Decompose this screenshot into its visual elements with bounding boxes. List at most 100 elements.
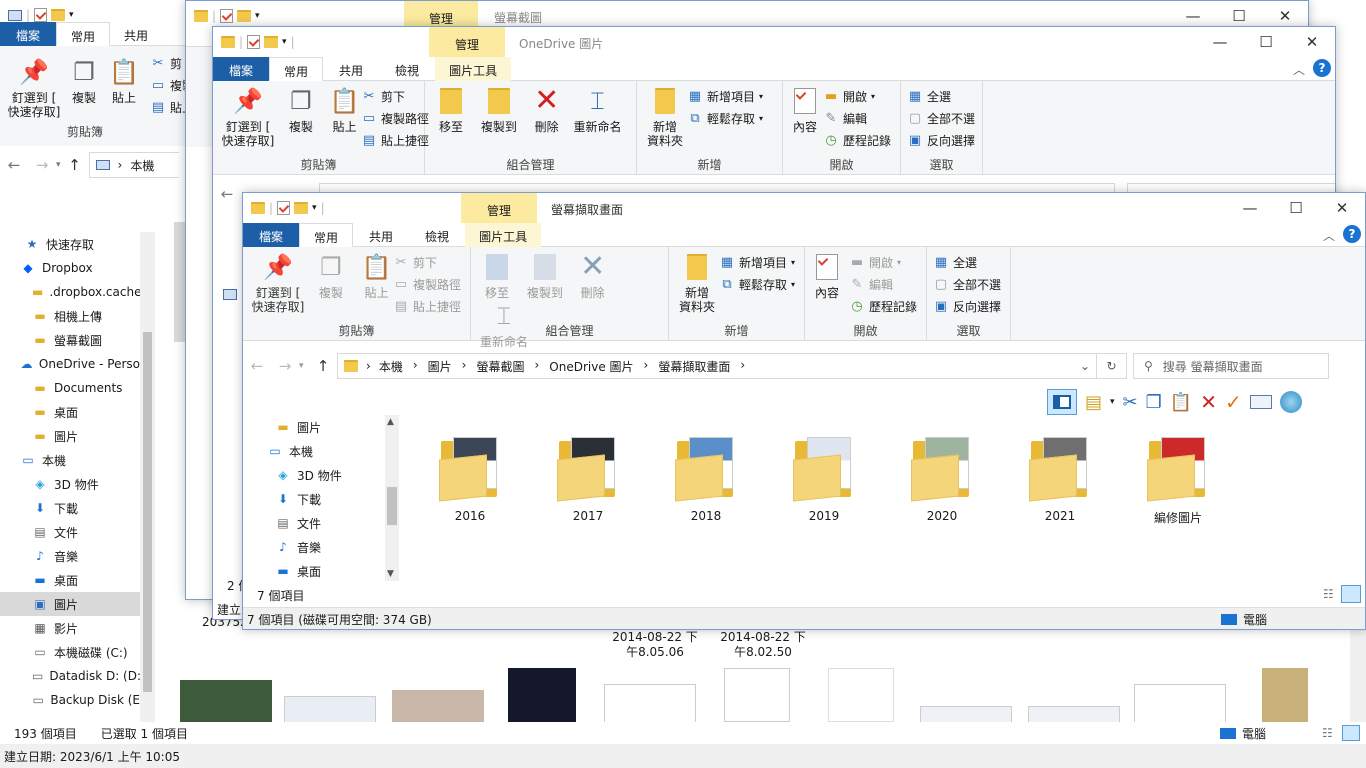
- paste-shortcut-button[interactable]: ▤ 貼上捷徑: [361, 129, 429, 151]
- nav-item[interactable]: ★ 快速存取: [0, 232, 140, 256]
- folder-item[interactable]: 2020: [897, 429, 987, 539]
- properties-icon[interactable]: [220, 9, 234, 23]
- scroll-thumb[interactable]: [387, 487, 397, 525]
- easy-access-button[interactable]: ⧉ 輕鬆存取 ▾: [719, 273, 795, 295]
- thumbnail[interactable]: [180, 680, 272, 722]
- preview-pane-icon[interactable]: ▤: [1085, 392, 1102, 413]
- rename-button[interactable]: ⌶ 重新命名: [570, 85, 624, 134]
- open-button[interactable]: ▬ 開啟 ▾: [823, 85, 891, 107]
- new-folder-button[interactable]: 新增 資料夾: [675, 251, 719, 314]
- select-none-button[interactable]: ▢ 全部不選: [933, 273, 1004, 295]
- nav-item[interactable]: ⬇ 下載: [267, 487, 385, 511]
- thumbnail[interactable]: [724, 668, 790, 722]
- nav-item[interactable]: ▦ 影片: [0, 616, 140, 640]
- thumbnail[interactable]: [920, 706, 1012, 722]
- paste-shortcut-button[interactable]: ▤ 貼上捷徑: [393, 295, 461, 317]
- open-button[interactable]: ▬ 開啟 ▾: [849, 251, 917, 273]
- nav-item[interactable]: ▭ Datadisk D: (D:: [0, 664, 140, 688]
- view-details-icon[interactable]: ☷: [1323, 587, 1334, 601]
- large-icons-view-icon[interactable]: [1342, 725, 1360, 741]
- breadcrumb-item[interactable]: 本機: [379, 358, 403, 375]
- delete-button[interactable]: ✕ 刪除: [527, 85, 567, 135]
- properties-icon[interactable]: [277, 201, 291, 215]
- ribbon-collapse-chevron-icon[interactable]: ︿: [1293, 61, 1305, 78]
- titlebar[interactable]: | ▾ | 管理 螢幕擷取畫面 — ☐ ✕: [243, 193, 1365, 223]
- thumbnail[interactable]: [1134, 684, 1226, 722]
- invert-selection-button[interactable]: ▣ 反向選擇: [907, 129, 976, 151]
- copy-path-button[interactable]: ▭ 複製路徑: [393, 273, 461, 295]
- edit-button[interactable]: ✎ 編輯: [823, 107, 891, 129]
- thumbnail[interactable]: [604, 684, 696, 722]
- up-arrow-icon[interactable]: ↑: [61, 156, 89, 174]
- close-icon[interactable]: ✕: [1289, 27, 1335, 57]
- customize-chevron-icon[interactable]: ▾: [282, 37, 287, 47]
- tab-share[interactable]: 共用: [323, 57, 379, 81]
- tab-file[interactable]: 檔案: [213, 57, 270, 81]
- address-dropdown-icon[interactable]: ⌄: [1080, 359, 1090, 373]
- breadcrumb-item[interactable]: 螢幕擷取畫面: [658, 358, 730, 375]
- nav-item[interactable]: ▤ 文件: [267, 511, 385, 535]
- pin-quick-access-button[interactable]: 📌 釘選到 [ 快速存取]: [6, 56, 62, 119]
- pin-quick-access-button[interactable]: 📌 釘選到 [ 快速存取]: [249, 251, 307, 314]
- back-arrow-icon[interactable]: ←: [0, 156, 28, 174]
- address-box[interactable]: › 本機 › 圖片 › 螢幕截圖 › OneDrive 圖片 › 螢幕擷取畫面 › ⌄: [337, 353, 1097, 379]
- back-arrow-icon[interactable]: ←: [213, 185, 241, 203]
- properties-button[interactable]: 內容: [789, 85, 821, 134]
- new-item-button[interactable]: ▦ 新增項目 ▾: [687, 85, 763, 107]
- easy-access-button[interactable]: ⧉ 輕鬆存取 ▾: [687, 107, 763, 129]
- nav-item[interactable]: ▭ Backup Disk (E: [0, 688, 141, 712]
- rename-icon[interactable]: [1249, 395, 1272, 409]
- breadcrumb-item[interactable]: 螢幕截圖: [476, 358, 524, 375]
- new-folder-button[interactable]: 新增 資料夾: [643, 85, 687, 148]
- cut-button[interactable]: ✂ 剪下: [393, 251, 461, 273]
- delete-button[interactable]: ✕ 刪除: [573, 251, 613, 301]
- breadcrumb-separator[interactable]: ›: [462, 358, 467, 375]
- content-scrollbar[interactable]: [1350, 630, 1366, 722]
- folder-item[interactable]: 2016: [425, 429, 515, 539]
- tab-home[interactable]: 常用: [269, 57, 324, 81]
- nav-item[interactable]: ◈ 3D 物件: [0, 472, 140, 496]
- new-folder-icon[interactable]: [264, 36, 279, 48]
- paste-button[interactable]: 📋 貼上: [98, 56, 150, 105]
- tab-view[interactable]: 檢視: [409, 223, 465, 247]
- breadcrumb-item[interactable]: 圖片: [428, 358, 452, 375]
- back-arrow-icon[interactable]: ←: [243, 357, 271, 375]
- refresh-button[interactable]: ↻: [1097, 353, 1127, 379]
- breadcrumb-separator[interactable]: ›: [740, 358, 745, 375]
- breadcrumb-separator[interactable]: ›: [413, 358, 418, 375]
- scroll-thumb[interactable]: [143, 332, 152, 692]
- invert-selection-button[interactable]: ▣ 反向選擇: [933, 295, 1004, 317]
- folder-item[interactable]: 2019: [779, 429, 869, 539]
- customize-chevron-icon[interactable]: ▾: [312, 203, 317, 213]
- up-arrow-icon[interactable]: ↑: [309, 357, 337, 375]
- select-none-button[interactable]: ▢ 全部不選: [907, 107, 976, 129]
- minimize-icon[interactable]: —: [1197, 27, 1243, 57]
- forward-arrow-icon[interactable]: →: [28, 156, 56, 174]
- copy-to-button[interactable]: 複製到: [521, 251, 569, 300]
- copy-path-button[interactable]: ▭ 複製路徑: [361, 107, 429, 129]
- copy-icon[interactable]: ❐: [1146, 392, 1162, 413]
- scroll-up-icon[interactable]: ▲: [387, 417, 394, 427]
- customize-chevron-icon[interactable]: ▾: [255, 11, 260, 21]
- cut-button[interactable]: ✂ 剪下: [361, 85, 429, 107]
- cut-button[interactable]: ✂ 剪: [150, 52, 182, 74]
- folder-item[interactable]: 編修圖片: [1133, 429, 1223, 539]
- tab-view[interactable]: 檢視: [379, 57, 435, 81]
- select-all-button[interactable]: ▦ 全選: [907, 85, 976, 107]
- maximize-icon[interactable]: ☐: [1273, 193, 1319, 223]
- copy-to-button[interactable]: 複製到: [475, 85, 523, 134]
- nav-item[interactable]: ◈ 3D 物件: [267, 463, 385, 487]
- search-box[interactable]: ⚲ 搜尋 螢幕擷取畫面: [1133, 353, 1329, 379]
- breadcrumb-pc[interactable]: 本機: [130, 157, 154, 174]
- tab-file[interactable]: 檔案: [0, 22, 57, 46]
- close-icon[interactable]: ✕: [1319, 193, 1365, 223]
- properties-icon[interactable]: [247, 35, 261, 49]
- paste-icon[interactable]: 📋: [1170, 392, 1192, 413]
- tab-manage[interactable]: 管理: [461, 193, 537, 223]
- breadcrumb-separator[interactable]: ›: [644, 358, 649, 375]
- nav-item[interactable]: ▬ 螢幕截圖: [0, 328, 140, 352]
- scroll-down-icon[interactable]: ▼: [387, 569, 394, 579]
- help-icon[interactable]: ?: [1313, 59, 1331, 77]
- nav-item[interactable]: ▬ 相機上傳: [0, 304, 140, 328]
- navigation-pane-icon[interactable]: [1047, 389, 1077, 415]
